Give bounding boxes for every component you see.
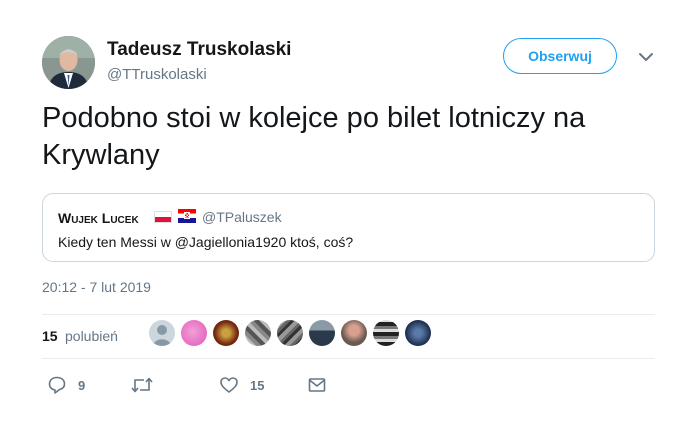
croatia-flag-icon [178, 209, 196, 223]
quoted-tweet[interactable]: Wujek Lucek @TPaluszek Kiedy ten Messi w… [42, 193, 655, 262]
likes-count[interactable]: 15 [42, 328, 58, 344]
likes-label[interactable]: polubień [65, 328, 118, 344]
reply-count: 9 [78, 377, 86, 393]
reply-action[interactable]: 9 [47, 372, 85, 398]
quoted-author-handle: @TPaluszek [202, 209, 282, 225]
envelope-icon [308, 378, 326, 392]
liker-avatar[interactable] [149, 320, 175, 346]
tweet-header: Tadeusz Truskolaski @TTruskolaski Obserw… [42, 36, 658, 90]
liker-avatar[interactable] [309, 320, 335, 346]
liker-avatar[interactable] [373, 320, 399, 346]
retweet-action[interactable] [131, 372, 164, 398]
like-action[interactable]: 15 [219, 372, 264, 398]
like-count: 15 [250, 377, 265, 393]
heart-icon [220, 377, 238, 393]
divider [42, 358, 655, 359]
likes-summary: 15 polubień [42, 316, 655, 356]
direct-message-action[interactable] [307, 372, 327, 398]
tweet-actions: 9 15 [42, 372, 655, 402]
liker-avatar[interactable] [181, 320, 207, 346]
liker-avatars [149, 320, 437, 350]
reply-icon [48, 376, 66, 394]
quoted-tweet-text: Kiedy ten Messi w @Jagiellonia1920 ktoś,… [58, 234, 354, 250]
liker-avatar[interactable] [341, 320, 367, 346]
tweet-text: Podobno stoi w kolejce po bilet lotniczy… [42, 102, 586, 171]
poland-flag-icon [154, 211, 172, 223]
retweet-icon [131, 377, 153, 393]
liker-avatar[interactable] [405, 320, 431, 346]
chevron-down-icon[interactable] [638, 50, 654, 62]
author-avatar[interactable] [42, 36, 95, 89]
divider [42, 314, 655, 315]
liker-avatar[interactable] [245, 320, 271, 346]
quoted-author-name: Wujek Lucek [58, 210, 139, 226]
tweet-timestamp[interactable]: 20:12 - 7 lut 2019 [42, 279, 151, 295]
liker-avatar[interactable] [213, 320, 239, 346]
author-handle[interactable]: @TTruskolaski [107, 66, 207, 83]
tweet-card: Tadeusz Truskolaski @TTruskolaski Obserw… [0, 0, 700, 429]
follow-button[interactable]: Obserwuj [503, 38, 617, 74]
author-name[interactable]: Tadeusz Truskolaski [107, 39, 291, 61]
liker-avatar[interactable] [277, 320, 303, 346]
